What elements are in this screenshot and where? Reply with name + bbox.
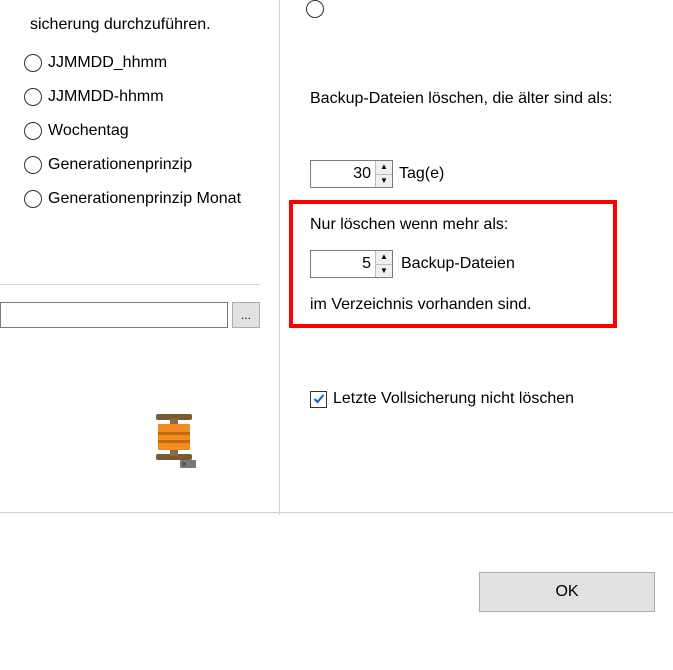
radio-icon xyxy=(306,0,324,18)
separator xyxy=(0,512,673,513)
path-row: ... xyxy=(0,302,260,328)
radio-jjmmdd-underscore[interactable]: JJMMDD_hhmm xyxy=(24,54,241,72)
days-row: ▲ ▼ Tag(e) xyxy=(310,160,444,188)
radio-icon xyxy=(24,156,42,174)
naming-radio-group: JJMMDD_hhmm JJMMDD-hhmm Wochentag Genera… xyxy=(24,54,241,224)
browse-button[interactable]: ... xyxy=(232,302,260,328)
radio-label: JJMMDD_hhmm xyxy=(48,54,167,72)
files-row: ▲ ▼ Backup-Dateien xyxy=(310,250,515,278)
in-directory-label: im Verzeichnis vorhanden sind. xyxy=(310,296,531,314)
radio-icon xyxy=(24,88,42,106)
radio-generation[interactable]: Generationenprinzip xyxy=(24,156,241,174)
left-panel: sicherung durchzuführen. JJMMDD_hhmm JJM… xyxy=(0,0,280,515)
days-spinner[interactable]: ▲ ▼ xyxy=(310,160,393,188)
spinner-arrows: ▲ ▼ xyxy=(375,161,392,187)
files-input[interactable] xyxy=(311,251,375,277)
radio-icon xyxy=(24,190,42,208)
radio-cutoff[interactable] xyxy=(306,0,330,18)
radio-icon xyxy=(24,122,42,140)
radio-weekday[interactable]: Wochentag xyxy=(24,122,241,140)
only-delete-label: Nur löschen wenn mehr als: xyxy=(310,216,508,234)
files-spinner[interactable]: ▲ ▼ xyxy=(310,250,393,278)
arrow-down-icon[interactable]: ▼ xyxy=(376,175,392,188)
radio-jjmmdd-dash[interactable]: JJMMDD-hhmm xyxy=(24,88,241,106)
files-unit: Backup-Dateien xyxy=(401,255,515,273)
intro-text: sicherung durchzuführen. xyxy=(30,16,211,34)
arrow-up-icon[interactable]: ▲ xyxy=(376,251,392,265)
radio-label: Generationenprinzip Monat xyxy=(48,190,241,208)
compress-icon xyxy=(150,410,198,470)
arrow-down-icon[interactable]: ▼ xyxy=(376,265,392,278)
path-input[interactable] xyxy=(0,302,228,328)
arrow-up-icon[interactable]: ▲ xyxy=(376,161,392,175)
keep-full-label: Letzte Vollsicherung nicht löschen xyxy=(333,390,574,408)
delete-older-label: Backup-Dateien löschen, die älter sind a… xyxy=(310,88,630,110)
radio-label: Generationenprinzip xyxy=(48,156,192,174)
radio-generation-month[interactable]: Generationenprinzip Monat xyxy=(24,190,241,208)
keep-full-checkbox-row[interactable]: Letzte Vollsicherung nicht löschen xyxy=(310,390,574,408)
radio-label: JJMMDD-hhmm xyxy=(48,88,164,106)
radio-icon xyxy=(24,54,42,72)
days-input[interactable] xyxy=(311,161,375,187)
radio-label: Wochentag xyxy=(48,122,129,140)
checkbox-icon[interactable] xyxy=(310,391,327,408)
days-unit: Tag(e) xyxy=(399,165,444,183)
spinner-arrows: ▲ ▼ xyxy=(375,251,392,277)
ok-button[interactable]: OK xyxy=(479,572,655,612)
